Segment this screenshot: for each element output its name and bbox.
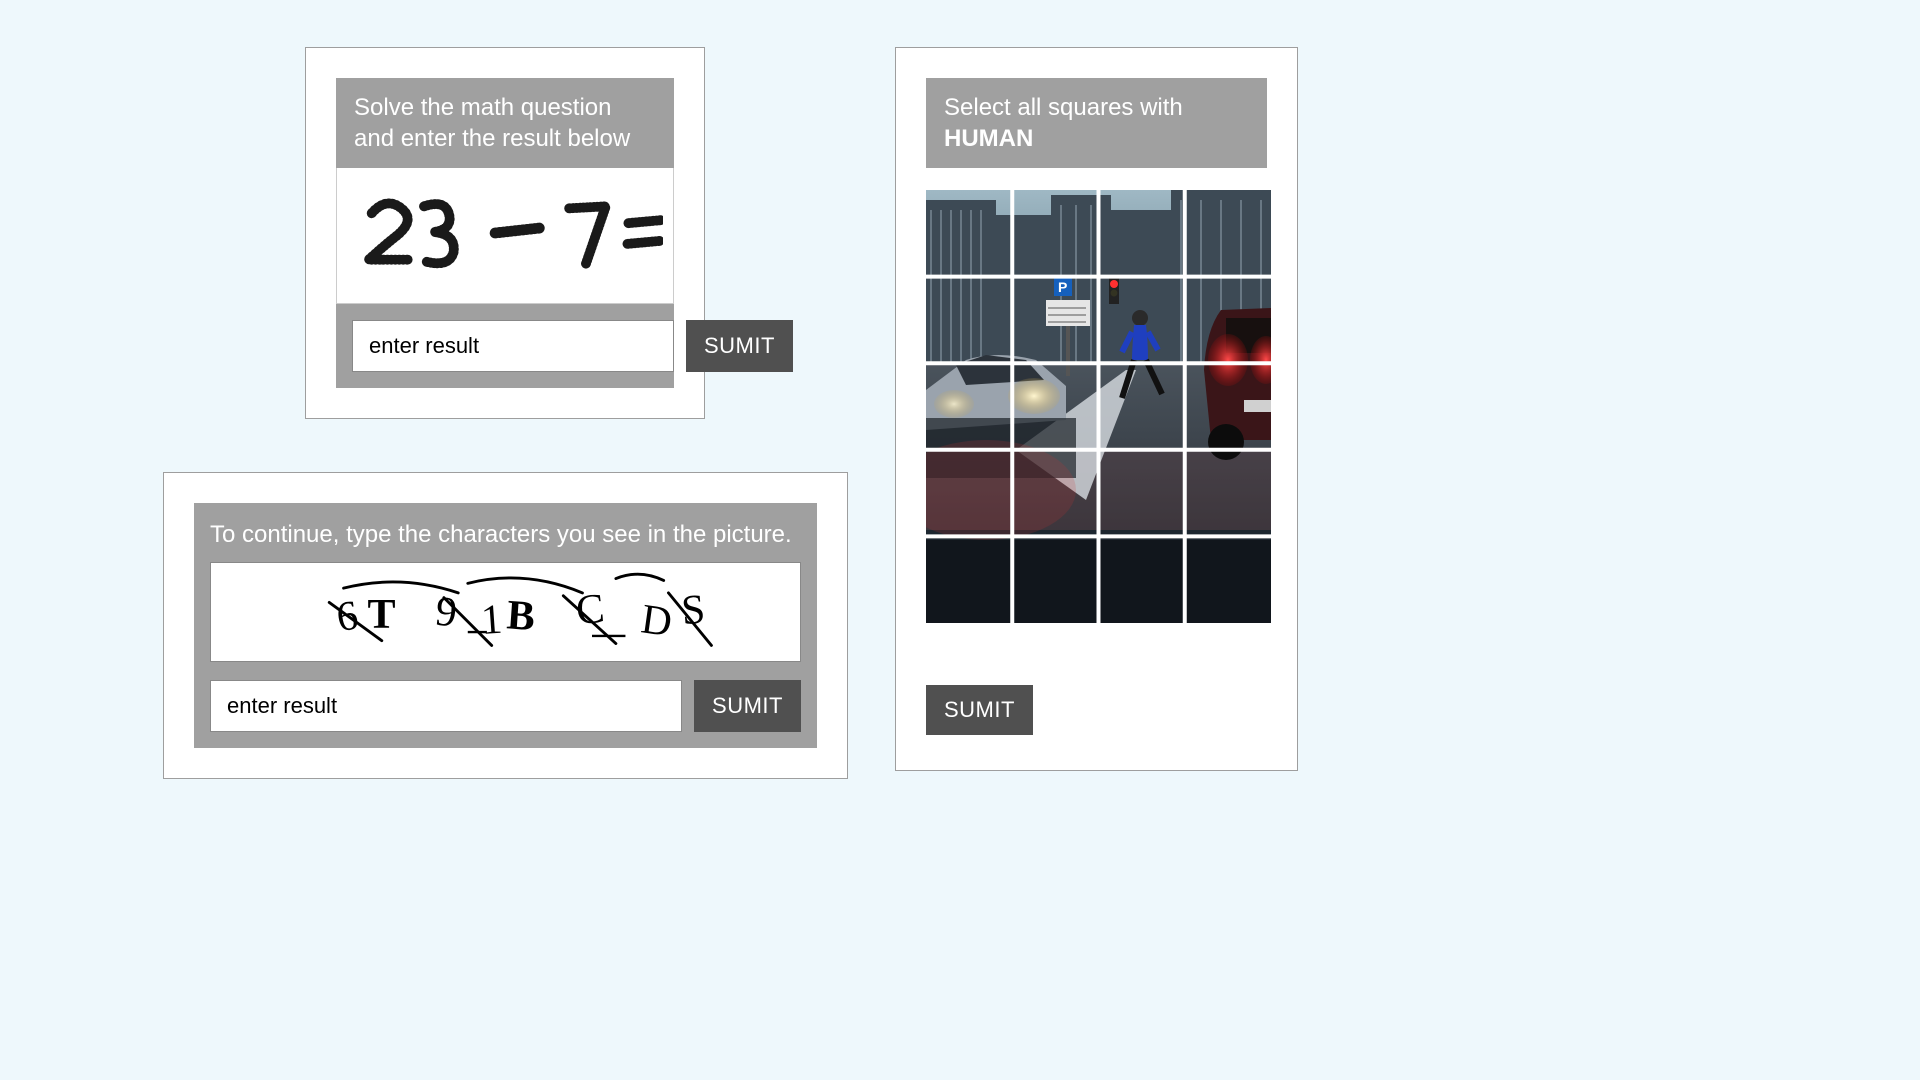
grid-tile[interactable] (1101, 278, 1184, 361)
grid-tile[interactable] (1101, 365, 1184, 448)
svg-text:S: S (679, 587, 706, 635)
math-input-area: SUMIT (336, 304, 674, 388)
grid-tile[interactable] (1101, 540, 1184, 623)
grid-tile[interactable] (926, 190, 1009, 273)
image-captcha-card: Select all squares with HUMAN (895, 47, 1298, 771)
grid-tile[interactable] (926, 278, 1009, 361)
image-submit-button[interactable]: SUMIT (926, 685, 1033, 735)
image-submit-wrap: SUMIT (926, 685, 1267, 735)
image-instruction-line1: Select all squares with (944, 92, 1249, 123)
distorted-text-icon: 6 T 9 1 B C D S (236, 569, 776, 655)
svg-text:B: B (505, 593, 536, 641)
svg-text:D: D (638, 597, 674, 647)
grid-tile[interactable] (1013, 278, 1096, 361)
grid-tile[interactable] (1013, 190, 1096, 273)
image-grid-wrap: P (926, 190, 1267, 623)
text-instruction: To continue, type the characters you see… (210, 519, 801, 550)
math-captcha-card: Solve the math question and enter the re… (305, 47, 705, 419)
grid-tile[interactable] (1101, 190, 1184, 273)
grid-tile[interactable] (1013, 540, 1096, 623)
handwriting-icon (347, 178, 663, 288)
text-captcha-panel: To continue, type the characters you see… (194, 503, 817, 748)
grid-tile[interactable] (926, 540, 1009, 623)
grid-tile[interactable] (1188, 278, 1271, 361)
svg-text:9: 9 (433, 589, 459, 637)
svg-text:6: 6 (333, 593, 360, 641)
image-grid (926, 190, 1271, 623)
grid-tile[interactable] (1013, 453, 1096, 536)
grid-tile[interactable] (926, 365, 1009, 448)
svg-text:C: C (573, 586, 606, 635)
grid-tile[interactable] (1101, 453, 1184, 536)
grid-tile[interactable] (1188, 540, 1271, 623)
svg-text:T: T (367, 592, 395, 638)
grid-tile[interactable] (1188, 190, 1271, 273)
grid-tile[interactable] (926, 453, 1009, 536)
grid-tile[interactable] (1013, 365, 1096, 448)
text-result-input[interactable] (210, 680, 682, 732)
grid-tile[interactable] (1188, 365, 1271, 448)
grid-tile[interactable] (1188, 453, 1271, 536)
text-challenge-image: 6 T 9 1 B C D S (210, 562, 801, 662)
math-submit-button[interactable]: SUMIT (686, 320, 793, 372)
image-instruction-line2: HUMAN (944, 123, 1249, 154)
svg-text:1: 1 (479, 597, 503, 644)
math-instruction: Solve the math question and enter the re… (336, 78, 674, 168)
math-instruction-line2: and enter the result below (354, 123, 656, 154)
math-instruction-line1: Solve the math question (354, 92, 656, 123)
text-captcha-card: To continue, type the characters you see… (163, 472, 848, 779)
text-submit-button[interactable]: SUMIT (694, 680, 801, 732)
image-instruction: Select all squares with HUMAN (926, 78, 1267, 168)
math-result-input[interactable] (352, 320, 674, 372)
math-challenge-image (336, 168, 674, 304)
